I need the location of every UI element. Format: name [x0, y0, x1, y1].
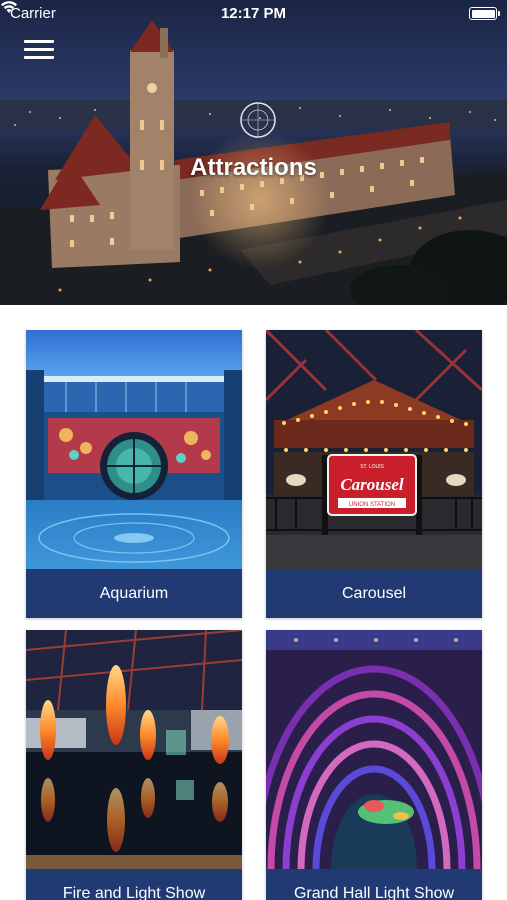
aquarium-photo: [26, 330, 242, 569]
svg-text:ST. LOUIS: ST. LOUIS: [360, 464, 384, 470]
attraction-label: Aquarium: [26, 569, 242, 618]
fire-and-light-show-photo: [26, 630, 242, 869]
status-time: 12:17 PM: [220, 5, 287, 22]
page-title: Attractions: [190, 154, 317, 181]
svg-text:Carousel: Carousel: [340, 475, 404, 494]
attraction-label: Carousel: [266, 569, 482, 618]
grand-hall-light-show-photo: [266, 630, 482, 869]
attraction-label: Fire and Light Show: [26, 869, 242, 900]
hero-banner: Carrier 12:17 PM Attractions: [0, 0, 507, 305]
carousel-photo: ST. LOUIS Carousel UNION STATION: [266, 330, 482, 569]
svg-text:UNION STATION: UNION STATION: [349, 502, 395, 508]
union-station-night-photo: [0, 0, 507, 305]
attraction-tile-aquarium[interactable]: Aquarium: [26, 330, 242, 618]
attraction-tile-grand-hall-light-show[interactable]: Grand Hall Light Show: [266, 630, 482, 900]
attraction-tile-fire-and-light-show[interactable]: Fire and Light Show: [26, 630, 242, 900]
battery-icon: [469, 7, 500, 20]
status-bar: Carrier 12:17 PM: [0, 0, 507, 30]
attraction-label: Grand Hall Light Show: [266, 869, 482, 900]
attractions-grid: Aquarium ST. LOUIS Carousel UNION STATIO…: [0, 305, 507, 900]
hamburger-menu-icon[interactable]: [24, 40, 56, 64]
attraction-tile-carousel[interactable]: ST. LOUIS Carousel UNION STATION Carouse…: [266, 330, 482, 618]
